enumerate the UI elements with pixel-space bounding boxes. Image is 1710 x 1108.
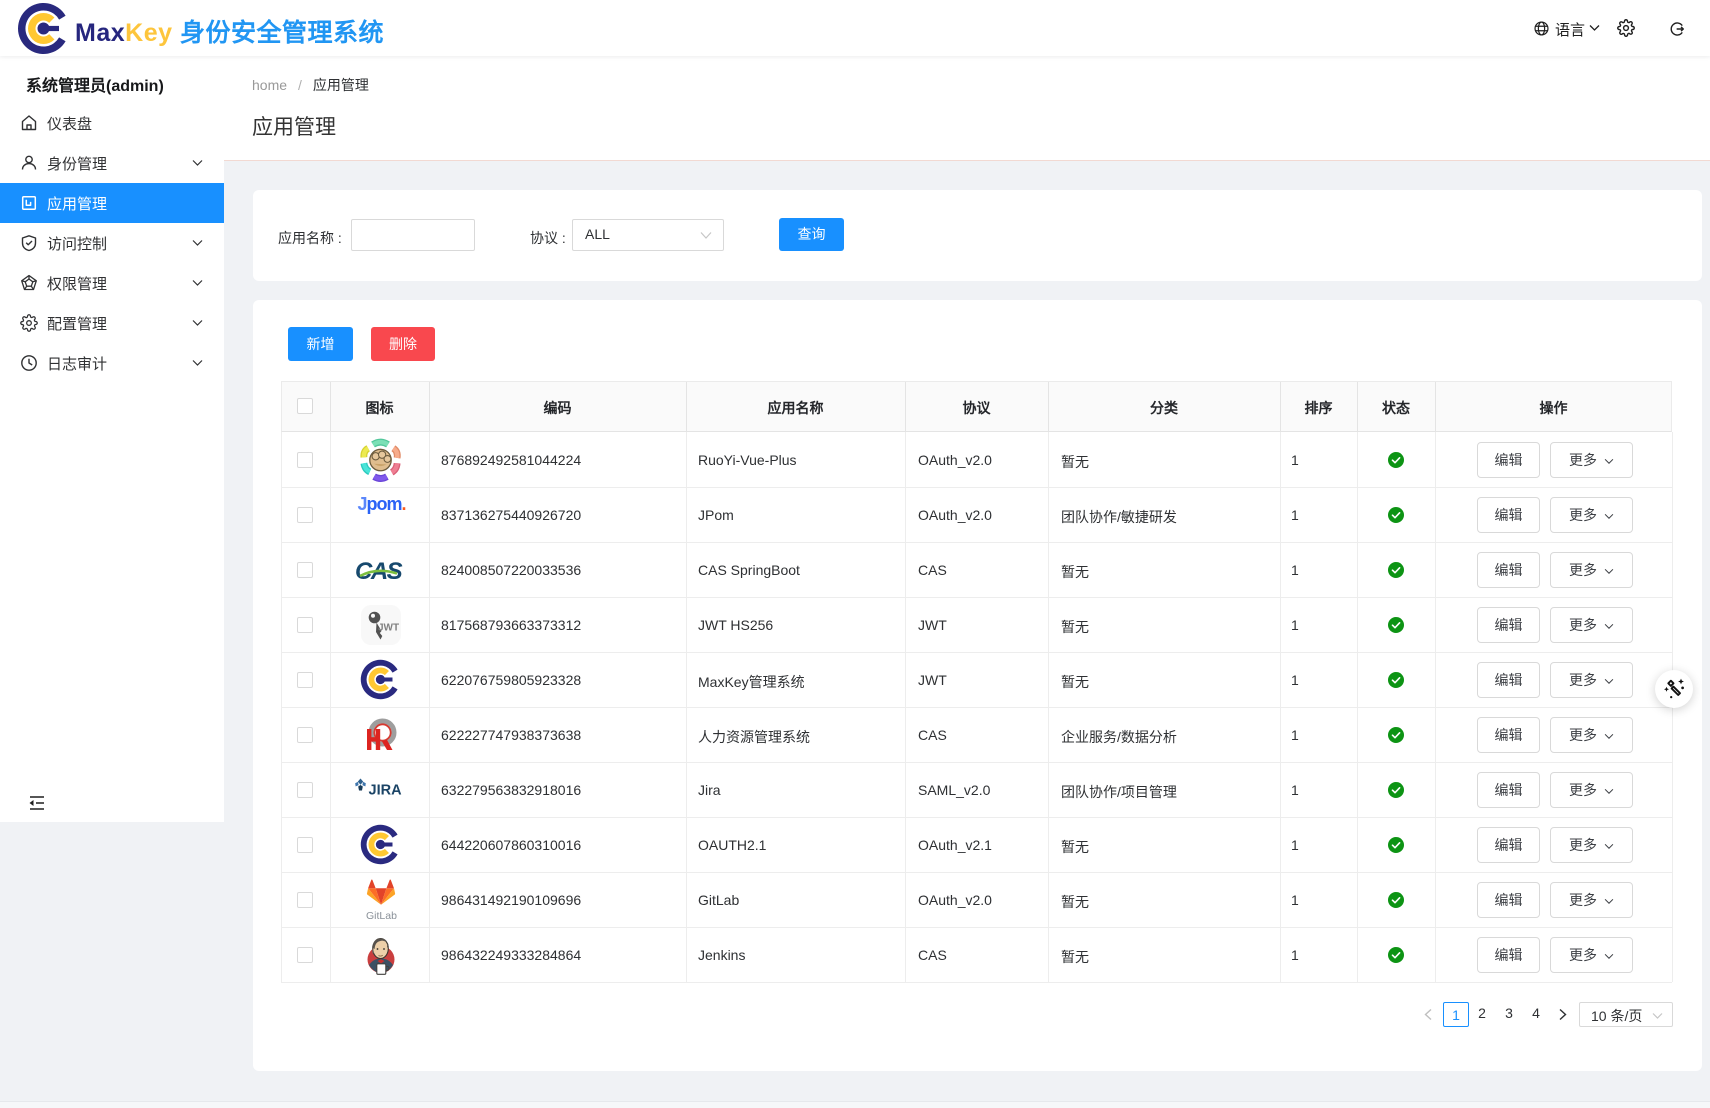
svg-text:JWT: JWT xyxy=(378,622,399,633)
svg-text:GitLab: GitLab xyxy=(366,910,397,922)
svg-text:JIRA: JIRA xyxy=(368,782,402,798)
